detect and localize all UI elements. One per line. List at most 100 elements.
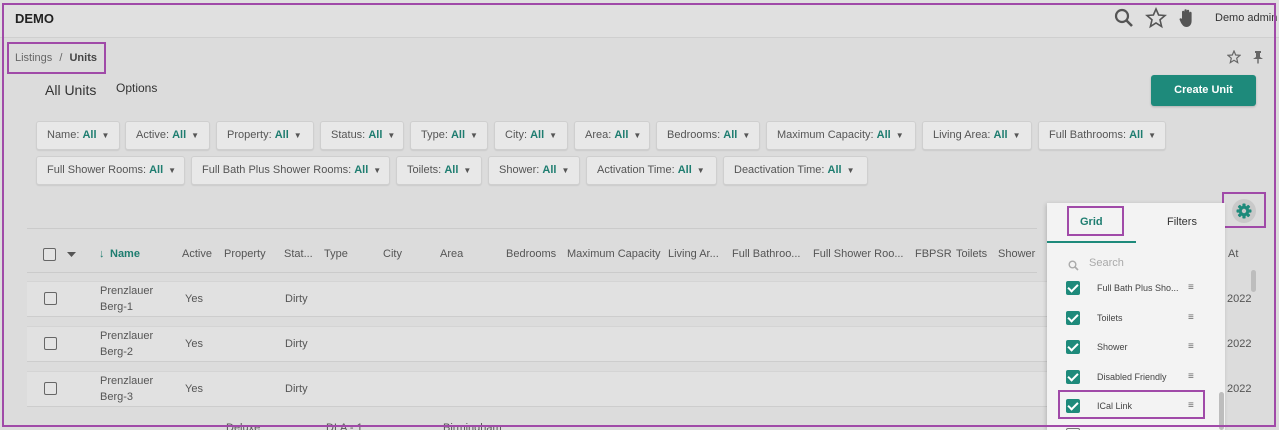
- top-bar: DEMO Demo admin: [0, 0, 1279, 38]
- filter-label: Status:: [331, 129, 366, 141]
- row-active: Yes: [185, 293, 203, 305]
- checkbox-checked-icon[interactable]: [1066, 281, 1080, 295]
- filter-chip[interactable]: Full Shower Rooms: All ▼: [36, 156, 185, 185]
- filter-chip[interactable]: Bedrooms: All ▼: [656, 121, 760, 150]
- filter-label: Area:: [585, 129, 612, 141]
- column-toggle-label: Full Bath Plus Sho...: [1097, 283, 1179, 293]
- row-checkbox[interactable]: [44, 382, 57, 395]
- column-header[interactable]: Stat...: [284, 248, 313, 260]
- table-scrollbar[interactable]: [1251, 270, 1256, 292]
- column-header[interactable]: Active: [182, 248, 212, 260]
- panel-scrollbar[interactable]: [1219, 392, 1224, 430]
- column-header[interactable]: At: [1228, 248, 1238, 260]
- hand-icon[interactable]: [1176, 7, 1198, 29]
- chevron-down-icon[interactable]: [67, 252, 76, 258]
- user-menu[interactable]: Demo admin: [1215, 12, 1277, 24]
- filter-chip[interactable]: Toilets: All ▼: [396, 156, 482, 185]
- filter-chip[interactable]: Full Bathrooms: All ▼: [1038, 121, 1166, 150]
- row-checkbox[interactable]: [44, 292, 57, 305]
- partial-row-area: Birmingham: [443, 422, 502, 430]
- row-date: 2022: [1227, 293, 1252, 305]
- filter-chip[interactable]: Area: All ▼: [574, 121, 650, 150]
- column-header[interactable]: Name: [110, 248, 140, 260]
- checkbox-checked-icon[interactable]: [1066, 311, 1080, 325]
- filter-chip[interactable]: Activation Time: All ▼: [586, 156, 717, 185]
- filter-value: All: [82, 129, 97, 141]
- filter-label: City:: [505, 129, 527, 141]
- column-header[interactable]: Full Bathroo...: [732, 248, 800, 260]
- filter-chip[interactable]: Name: All ▼: [36, 121, 120, 150]
- breadcrumb-separator: /: [59, 52, 63, 64]
- favorite-star-icon[interactable]: [1227, 50, 1241, 64]
- row-checkbox[interactable]: [44, 337, 57, 350]
- breadcrumb: Listings / Units: [15, 52, 97, 64]
- filter-value: All: [677, 164, 692, 176]
- filter-chip[interactable]: Full Bath Plus Shower Rooms: All ▼: [191, 156, 390, 185]
- drag-handle-icon[interactable]: ≡: [1188, 341, 1194, 352]
- filter-chip[interactable]: Property: All ▼: [216, 121, 314, 150]
- select-all-checkbox[interactable]: [43, 248, 56, 261]
- column-header[interactable]: Toilets: [956, 248, 987, 260]
- table-header-divider: [27, 272, 1037, 273]
- filter-value: All: [172, 129, 187, 141]
- drag-handle-icon[interactable]: ≡: [1188, 312, 1194, 323]
- page-title: All Units: [45, 82, 97, 98]
- column-header[interactable]: Full Shower Roo...: [813, 248, 903, 260]
- row-name-line1[interactable]: Prenzlauer: [100, 328, 153, 344]
- row-status: Dirty: [285, 383, 308, 395]
- filter-chip[interactable]: Deactivation Time: All ▼: [723, 156, 868, 185]
- row-date: 2022: [1227, 338, 1252, 350]
- caret-down-icon: ▼: [895, 131, 904, 140]
- column-settings-button[interactable]: [1232, 199, 1256, 223]
- column-header[interactable]: Area: [440, 248, 463, 260]
- create-unit-button[interactable]: Create Unit: [1151, 75, 1256, 106]
- table-row[interactable]: [27, 371, 1057, 407]
- row-date: 2022: [1227, 383, 1252, 395]
- filter-chip[interactable]: Active: All ▼: [125, 121, 210, 150]
- column-header[interactable]: FBPSR: [915, 248, 952, 260]
- filter-chip[interactable]: City: All ▼: [494, 121, 568, 150]
- options-menu[interactable]: Options: [116, 81, 157, 95]
- filter-chip[interactable]: Maximum Capacity: All ▼: [766, 121, 916, 150]
- column-header[interactable]: Living Ar...: [668, 248, 719, 260]
- breadcrumb-listings[interactable]: Listings: [15, 52, 52, 64]
- pin-icon[interactable]: [1252, 50, 1264, 64]
- table-row[interactable]: [27, 326, 1057, 362]
- filter-label: Shower:: [499, 164, 540, 176]
- column-header[interactable]: Property: [224, 248, 266, 260]
- row-active: Yes: [185, 338, 203, 350]
- drag-handle-icon[interactable]: ≡: [1188, 282, 1194, 293]
- sort-arrow-icon[interactable]: ↓: [99, 248, 105, 260]
- row-name-line2[interactable]: Berg-3: [100, 389, 133, 405]
- row-name-line1[interactable]: Prenzlauer: [100, 373, 153, 389]
- filter-chip[interactable]: Status: All ▼: [320, 121, 404, 150]
- column-search-input[interactable]: Search: [1089, 257, 1124, 269]
- table-row[interactable]: [27, 281, 1057, 317]
- caret-down-icon: ▼: [373, 166, 382, 175]
- row-name-line1[interactable]: Prenzlauer: [100, 283, 153, 299]
- caret-down-icon: ▼: [561, 166, 570, 175]
- star-icon[interactable]: [1145, 7, 1167, 29]
- checkbox-checked-icon[interactable]: [1066, 370, 1080, 384]
- app-brand: DEMO: [15, 11, 54, 26]
- column-header[interactable]: Maximum Capacity: [567, 248, 661, 260]
- row-name-line2[interactable]: Berg-1: [100, 299, 133, 315]
- filter-label: Name:: [47, 129, 80, 141]
- column-header[interactable]: Bedrooms: [506, 248, 556, 260]
- filter-chip[interactable]: Living Area: All ▼: [922, 121, 1032, 150]
- filter-chip[interactable]: Type: All ▼: [410, 121, 488, 150]
- filter-value: All: [827, 164, 842, 176]
- column-header[interactable]: Type: [324, 248, 348, 260]
- column-header[interactable]: Shower: [998, 248, 1035, 260]
- search-icon[interactable]: [1113, 7, 1135, 29]
- column-header[interactable]: City: [383, 248, 402, 260]
- tab-filters[interactable]: Filters: [1167, 216, 1197, 228]
- partial-row-property: Deluxe: [226, 422, 261, 430]
- filter-chip[interactable]: Shower: All ▼: [488, 156, 580, 185]
- checkbox-checked-icon[interactable]: [1066, 340, 1080, 354]
- drag-handle-icon[interactable]: ≡: [1188, 371, 1194, 382]
- search-icon: [1068, 260, 1079, 271]
- filter-value: All: [993, 129, 1008, 141]
- table-top-divider: [27, 228, 1037, 229]
- row-name-line2[interactable]: Berg-2: [100, 344, 133, 360]
